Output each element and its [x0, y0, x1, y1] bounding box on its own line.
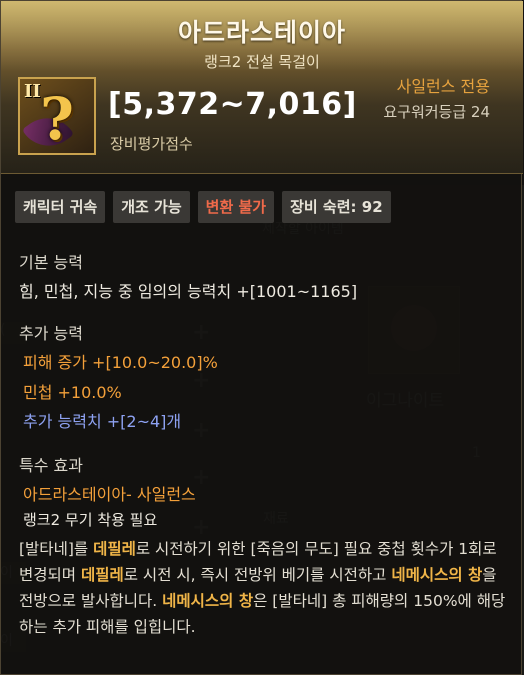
- rank-numeral: II: [24, 81, 41, 102]
- tag-bound: 캐릭터 귀속: [15, 191, 106, 223]
- additional-stat-extra: 추가 능력치 +[2~4]개: [23, 412, 182, 431]
- skill-name-highlight: 데필레: [93, 540, 136, 558]
- item-icon: ? II: [18, 77, 96, 155]
- item-tooltip: 아드라스테이아 랭크2 전설 목걸이 ? II [5,372~7,016] 장비…: [0, 0, 523, 675]
- additional-stats-title: 추가 능력: [19, 324, 83, 343]
- description-text: 로 시전 시, 즉시 전방위 베기를 시전하고: [123, 566, 392, 584]
- basic-stats-title: 기본 능력: [19, 253, 83, 272]
- basic-stat-line: 힘, 민첩, 지능 중 임의의 능력치 +[1001~1165]: [19, 282, 358, 301]
- item-tags: 캐릭터 귀속 개조 가능 변환 불가 장비 숙련: 92: [15, 191, 391, 223]
- special-effect-title: 특수 효과: [19, 456, 83, 475]
- skill-name-highlight: 네메시스의 창: [162, 592, 254, 610]
- question-mark-icon: ?: [40, 85, 74, 153]
- set-effect-name: 아드라스테이아- 사일런스: [23, 485, 196, 504]
- tag-proficiency: 장비 숙련: 92: [282, 191, 391, 223]
- description-text: [발타네]: [19, 540, 74, 558]
- tag-modifiable: 개조 가능: [113, 191, 190, 223]
- item-rank-type: 랭크2 전설 목걸이: [204, 53, 320, 71]
- set-requirement: 랭크2 무기 착용 필요: [23, 511, 158, 529]
- additional-stat-damage: 피해 증가 +[10.0~20.0]%: [23, 353, 218, 372]
- tooltip-header: 아드라스테이아 랭크2 전설 목걸이 ? II [5,372~7,016] 장비…: [1, 1, 523, 174]
- description-text: 를: [73, 540, 94, 558]
- tag-not-convertible: 변환 불가: [197, 191, 275, 223]
- item-name: 아드라스테이아: [177, 18, 346, 47]
- special-effect-description: [발타네]를 데필레로 시전하기 위한 [죽음의 무도] 필요 중첩 횟수가 1…: [19, 536, 509, 640]
- equipment-score: [5,372~7,016]: [108, 87, 357, 122]
- equipment-score-label: 장비평가점수: [110, 135, 193, 153]
- skill-name-highlight: 네메시스의 창: [391, 566, 483, 584]
- additional-stat-agility: 민첩 +10.0%: [23, 383, 122, 402]
- class-requirement: 사일런스 전용: [396, 77, 490, 96]
- level-requirement: 요구워커등급 24: [383, 103, 490, 121]
- skill-name-highlight: 데필레: [80, 566, 124, 584]
